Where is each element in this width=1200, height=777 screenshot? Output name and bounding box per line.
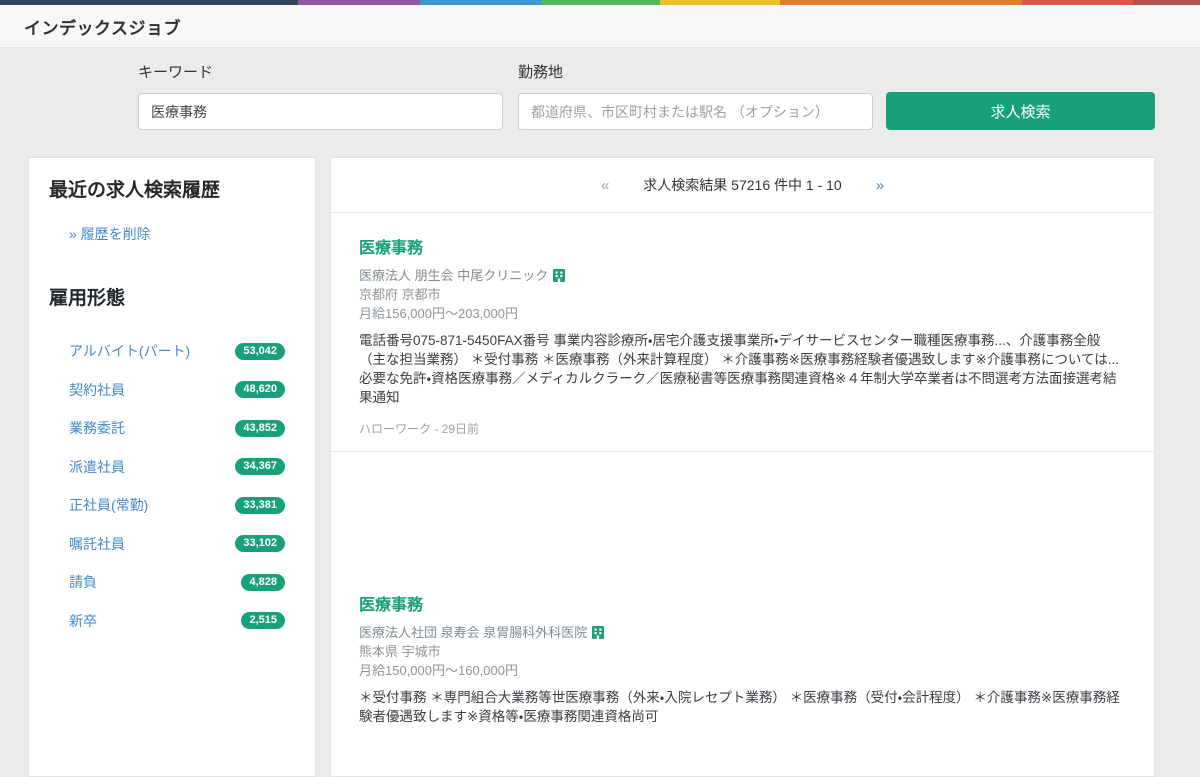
app-header: インデックスジョブ [0,5,1200,48]
keyword-field-group: キーワード [138,63,503,130]
search-section: キーワード 勤務地 求人検索 [0,48,1200,151]
job-source: ハローワーク - 29日前 [359,420,1126,437]
employment-type-link[interactable]: 契約社員 [69,380,125,400]
employment-type-list: アルバイト(パート) 53,042 契約社員 48,620 業務委託 43,852 派遣社員… [29,332,315,640]
results-panel: « 求人検索結果 57216 件中 1 - 10 » 医療事務 医療法人 朋生会… [330,157,1155,777]
employment-type-item: 請負 4,828 [29,563,315,602]
job-company-row: 医療法人社団 泉寿会 泉胃腸科外科医院 [359,623,1126,642]
stripe-segment-blue [420,0,542,5]
keyword-label: キーワード [138,63,503,83]
stripe-segment-orange [780,0,1022,5]
stripe-segment-purple [298,0,420,5]
job-description: 電話番号075-871-5450FAX番号 事業内容診療所・居宅介護支援事業所・… [359,331,1126,407]
employment-type-link[interactable]: アルバイト(パート) [69,341,190,361]
job-listing: 医療事務 医療法人社団 泉寿会 泉胃腸科外科医院 熊本県 宇城市 月給150,0… [331,570,1154,740]
site-title: インデックスジョブ [24,14,181,39]
count-badge: 4,828 [241,574,285,591]
sidebar: 最近の求人検索履歴 » 履歴を削除 雇用形態 アルバイト(パート) 53,042 契… [28,157,316,777]
employment-type-link[interactable]: 嘱託社員 [69,534,125,554]
building-icon [592,626,604,639]
employment-type-item: アルバイト(パート) 53,042 [29,332,315,371]
keyword-input[interactable] [138,93,503,130]
stripe-segment-red-orange [1022,0,1133,5]
ad-slot [331,452,1154,570]
content-area: 最近の求人検索履歴 » 履歴を削除 雇用形態 アルバイト(パート) 53,042 契… [0,151,1200,777]
stripe-segment-yellow [660,0,780,5]
job-company-row: 医療法人 朋生会 中尾クリニック [359,266,1126,285]
location-input[interactable] [518,93,873,130]
count-badge: 34,367 [235,458,285,475]
job-location: 京都府 京都市 [359,285,1126,304]
employment-type-item: 契約社員 48,620 [29,371,315,410]
location-field-group: 勤務地 [518,63,873,130]
employment-type-link[interactable]: 請負 [69,572,97,592]
employment-type-link[interactable]: 業務委託 [69,418,125,438]
stripe-segment-dark-red [1133,0,1200,5]
results-count-summary: 求人検索結果 57216 件中 1 - 10 [643,175,841,195]
search-form: キーワード 勤務地 求人検索 [138,63,1155,130]
employment-type-item: 嘱託社員 33,102 [29,525,315,564]
count-badge: 33,102 [235,535,285,552]
count-badge: 33,381 [235,497,285,514]
employment-type-link[interactable]: 新卒 [69,611,97,631]
stripe-segment-dark-navy [0,0,298,5]
stripe-segment-green [542,0,660,5]
job-company-name: 医療法人社団 泉寿会 泉胃腸科外科医院 [359,623,587,642]
search-history-title: 最近の求人検索履歴 [49,178,315,204]
count-badge: 53,042 [235,343,285,360]
brand-stripe [0,0,1200,5]
employment-type-item: 新卒 2,515 [29,602,315,641]
job-title-link[interactable]: 医療事務 [359,234,423,258]
location-label: 勤務地 [518,63,873,83]
employment-type-link[interactable]: 正社員(常勤) [69,495,148,515]
employment-type-item: 正社員(常勤) 33,381 [29,486,315,525]
employment-type-item: 派遣社員 34,367 [29,448,315,487]
job-title-link[interactable]: 医療事務 [359,591,423,615]
job-search-button[interactable]: 求人検索 [886,92,1155,130]
pagination-next-icon[interactable]: » [876,177,884,194]
employment-type-item: 業務委託 43,852 [29,409,315,448]
pagination-bar: « 求人検索結果 57216 件中 1 - 10 » [331,158,1154,213]
job-company-name: 医療法人 朋生会 中尾クリニック [359,266,548,285]
employment-type-link[interactable]: 派遣社員 [69,457,125,477]
clear-history-link[interactable]: » 履歴を削除 [69,224,151,244]
pagination-prev-icon[interactable]: « [601,177,609,194]
job-description: ＊受付事務 ＊専門組合大業務等世医療事務（外来・入院レセプト業務） ＊医療事務（… [359,688,1126,726]
job-salary: 月給156,000円～203,000円 [359,304,1126,323]
employment-type-title: 雇用形態 [49,286,315,312]
count-badge: 2,515 [241,612,285,629]
count-badge: 43,852 [235,420,285,437]
job-listing: 医療事務 医療法人 朋生会 中尾クリニック 京都府 京都市 月給156,000円… [331,213,1154,451]
job-location: 熊本県 宇城市 [359,642,1126,661]
job-salary: 月給150,000円～160,000円 [359,661,1126,680]
count-badge: 48,620 [235,381,285,398]
building-icon [553,269,565,282]
